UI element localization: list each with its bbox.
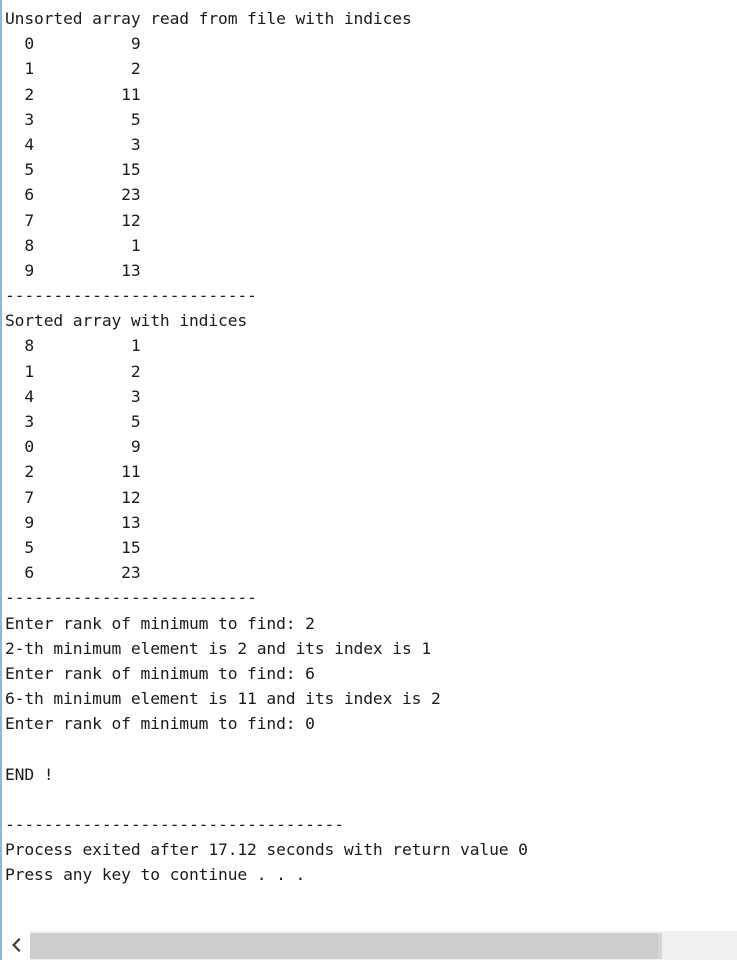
interaction-line: Enter rank of minimum to find: 0 [5, 714, 315, 734]
press-any-key-message: Press any key to continue . . . [5, 865, 306, 885]
sorted-array-row: 0 9 [5, 437, 141, 457]
sorted-array-table: 8 1 1 2 4 3 3 5 0 9 2 11 7 12 9 13 5 15 … [5, 333, 737, 585]
end-message: END ! [5, 764, 54, 784]
sorted-array-row: 8 1 [5, 336, 141, 356]
interaction-line: Enter rank of minimum to find: 2 [5, 613, 315, 633]
process-exited-message: Process exited after 17.12 seconds with … [5, 840, 528, 860]
unsorted-array-row: 8 1 [5, 235, 141, 255]
unsorted-array-row: 9 13 [5, 260, 141, 280]
interaction-line: 6-th minimum element is 11 and its index… [5, 689, 441, 709]
separator-line-2: -------------------------- [5, 588, 257, 608]
interaction-line: Enter rank of minimum to find: 6 [5, 663, 315, 683]
sorted-array-row: 1 2 [5, 361, 141, 381]
unsorted-array-row: 7 12 [5, 210, 141, 230]
unsorted-array-row: 4 3 [5, 134, 141, 154]
sorted-array-row: 3 5 [5, 412, 141, 431]
interaction-line: 2-th minimum element is 2 and its index … [5, 638, 432, 658]
scrollbar-separator [2, 922, 737, 930]
scrollbar-thumb[interactable] [30, 933, 662, 959]
sorted-array-row: 4 3 [5, 386, 141, 406]
horizontal-scrollbar[interactable] [2, 930, 737, 960]
unsorted-array-row: 2 11 [5, 84, 141, 104]
console-window: Unsorted array read from file with indic… [0, 0, 737, 960]
separator-line-3: ----------------------------------- [5, 815, 344, 834]
interaction-log: Enter rank of minimum to find: 2 2-th min… [5, 611, 737, 737]
sorted-array-row: 6 23 [5, 563, 141, 583]
sorted-array-heading: Sorted array with indices [5, 311, 248, 331]
sorted-array-row: 2 11 [5, 462, 141, 482]
unsorted-array-row: 3 5 [5, 109, 141, 129]
unsorted-array-row: 6 23 [5, 185, 141, 205]
sorted-array-row: 9 13 [5, 512, 141, 532]
sorted-array-row: 5 15 [5, 537, 141, 557]
console-output-area[interactable]: Unsorted array read from file with indic… [2, 0, 737, 920]
scroll-left-arrow-icon[interactable] [2, 930, 30, 960]
unsorted-array-row: 0 9 [5, 34, 141, 54]
unsorted-array-table: 0 9 1 2 2 11 3 5 4 3 5 15 6 23 7 12 8 1 … [5, 31, 737, 283]
scrollbar-thumb-edge [658, 933, 662, 959]
scrollbar-track[interactable] [30, 930, 737, 960]
unsorted-array-heading: Unsorted array read from file with indic… [5, 9, 412, 28]
separator-line-1: -------------------------- [5, 286, 257, 306]
unsorted-array-row: 5 15 [5, 160, 141, 180]
sorted-array-row: 7 12 [5, 487, 141, 507]
unsorted-array-row: 1 2 [5, 59, 141, 79]
